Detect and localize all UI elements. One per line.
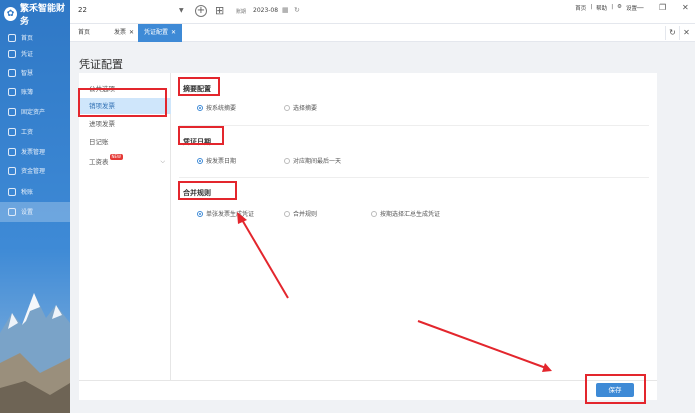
ledger-icon [8,87,16,96]
topbar: 22 ▼ + ⊞ 账期 2023-08 ▦ ↻ 首页 | 帮助 | ⚙ 设置 — ❐… [70,0,695,24]
sidebar-item-voucher[interactable]: 凭证 [0,44,70,64]
radio-checked[interactable] [197,210,203,217]
mountain-illustration [0,293,70,413]
salary-icon [8,127,16,136]
home-icon [8,33,16,42]
tab-voucher-config[interactable]: 凭证配置 ✕ [138,24,183,42]
highlight-date [178,126,224,145]
option-system-summary[interactable]: 按系统摘要 [197,103,236,112]
voucher-icon [8,49,16,58]
sidebar-item-settings[interactable]: 设置 [0,202,70,222]
highlight-merge [178,181,237,200]
option-invoice-date[interactable]: 按发票日期 [197,156,236,165]
radio-unchecked[interactable] [284,210,290,217]
link-home[interactable]: 首页 [575,4,586,12]
invoice-icon [8,147,16,156]
link-help[interactable]: 帮助 [596,4,607,12]
sidebar-item-tax[interactable]: 税账 [0,182,70,202]
new-badge: NEW [109,154,123,160]
sidebar: ✿ 繁禾智能财务 首页 凭证 智慧 账簿 固定资产 工资 发票管理 资金管理 税… [0,0,70,413]
logo-icon: ✿ [4,7,17,21]
period-value[interactable]: 2023-08 [253,7,278,14]
menu-item-journal[interactable]: 日记账 [79,134,171,150]
close-icon[interactable]: ✕ [129,29,134,36]
radio-unchecked[interactable] [371,210,377,217]
sidebar-item-smart[interactable]: 智慧 [0,63,70,83]
option-single-invoice[interactable]: 单张发票生成凭证 [197,209,254,218]
option-merge-rule[interactable]: 合并规则 [284,209,317,218]
highlight-summary [178,77,220,96]
close-icon[interactable]: ✕ [171,29,176,36]
option-period-last-day[interactable]: 对应期间最后一天 [284,156,341,165]
divider [179,125,649,126]
menu-item-salary[interactable]: 工资表NEW ⌵ [79,154,171,170]
fund-icon [8,166,16,175]
footer-divider [79,380,657,381]
sidebar-item-ledger[interactable]: 账簿 [0,82,70,102]
logo-text: 繁禾智能财务 [19,4,65,27]
config-panel: 公共选项 销项发票 进项发票 日记账 工资表NEW ⌵ 摘要配置 按系统摘要 选… [79,73,657,400]
sidebar-item-salary[interactable]: 工资 [0,122,70,142]
radio-unchecked[interactable] [284,104,290,111]
close-window-icon[interactable]: ✕ [682,3,689,12]
menu-item-purchase-invoice[interactable]: 进项发票 [79,116,171,132]
chevron-down-icon[interactable]: ▼ [179,7,184,14]
calendar-icon[interactable]: ▦ [282,6,289,14]
account-select[interactable]: 22 [78,6,188,14]
highlight-menu [78,88,167,117]
tab-bar: 首页 发票 ✕ 凭证配置 ✕ ↻ ✕ [70,24,695,42]
tab-invoice[interactable]: 发票 ✕ [108,24,140,42]
tax-icon [8,187,16,196]
close-all-icon[interactable]: ✕ [679,26,693,40]
tab-home[interactable]: 首页 [72,24,96,42]
top-links: 首页 | 帮助 | ⚙ 设置 [575,4,637,12]
app-logo: ✿ 繁禾智能财务 [0,0,70,28]
maximize-icon[interactable]: ❐ [659,3,666,12]
period-label: 账期 [236,9,247,15]
chevron-down-icon[interactable]: ⌵ [160,154,165,170]
grid-icon[interactable]: ⊞ [215,5,224,17]
sidebar-item-fund[interactable]: 资金管理 [0,161,70,181]
sidebar-item-asset[interactable]: 固定资产 [0,102,70,122]
app-window: ✿ 繁禾智能财务 首页 凭证 智慧 账簿 固定资产 工资 发票管理 资金管理 税… [0,0,695,413]
radio-checked[interactable] [197,157,203,164]
radio-checked[interactable] [197,104,203,111]
divider [179,177,649,178]
refresh-icon[interactable]: ↻ [294,6,300,14]
config-menu: 公共选项 销项发票 进项发票 日记账 工资表NEW ⌵ [79,73,171,380]
page-title: 凭证配置 [79,58,123,71]
option-choose-summary[interactable]: 选择摘要 [284,103,317,112]
settings-icon [8,207,16,216]
gear-icon: ⚙ [617,4,622,10]
highlight-save [585,374,646,404]
minimize-icon[interactable]: — [636,3,644,12]
radio-unchecked[interactable] [284,157,290,164]
smart-icon [8,68,16,77]
refresh-tab-icon[interactable]: ↻ [665,26,679,40]
sidebar-item-invoice[interactable]: 发票管理 [0,142,70,162]
asset-icon [8,107,16,116]
option-period-summary[interactable]: 按期选择汇总生成凭证 [371,209,440,218]
add-icon[interactable]: + [195,5,207,17]
